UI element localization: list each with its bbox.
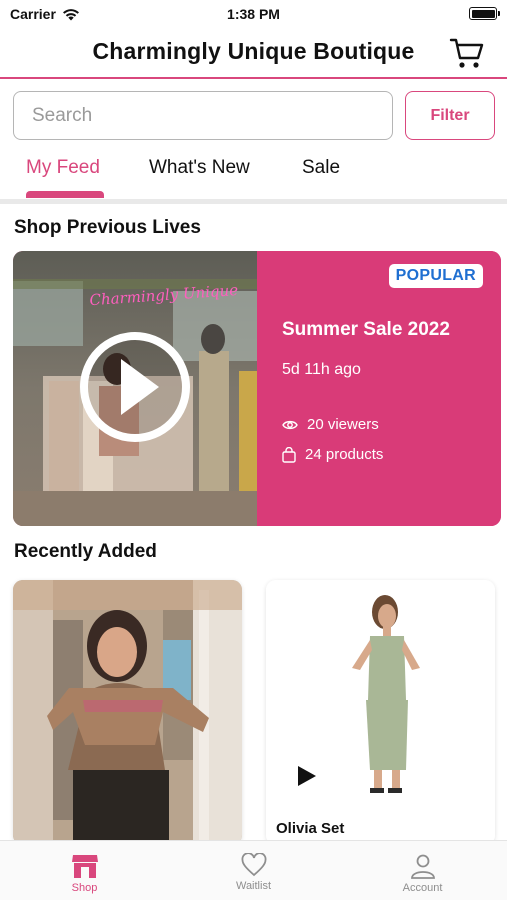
- account-icon: [410, 854, 435, 879]
- eye-icon: [282, 420, 298, 429]
- product-card-olivia-set[interactable]: Olivia Set: [266, 580, 495, 845]
- live-info: POPULAR Summer Sale 2022 5d 11h ago 20 v…: [257, 251, 501, 526]
- bag-icon: [282, 446, 296, 463]
- tabbar-item-waitlist[interactable]: Waitlist: [169, 841, 338, 900]
- tabbar-label-waitlist: Waitlist: [235, 880, 272, 892]
- battery-icon: [469, 7, 500, 20]
- product-name: Olivia Set: [276, 820, 345, 837]
- product-image: [266, 580, 495, 845]
- tab-sale[interactable]: Sale: [302, 157, 340, 179]
- tabbar-label-shop: Shop: [71, 882, 98, 894]
- search-input[interactable]: Search: [13, 91, 393, 140]
- section-title-recently-added: Recently Added: [14, 541, 157, 562]
- page-title: Charmingly Unique Boutique: [92, 38, 415, 64]
- tab-my-feed[interactable]: My Feed: [26, 157, 100, 179]
- live-time-ago: 5d 11h ago: [282, 361, 361, 378]
- tabbar-item-shop[interactable]: Shop: [0, 841, 169, 900]
- tabs-divider: [0, 199, 507, 204]
- active-tab-indicator: [26, 191, 104, 198]
- live-thumbnail[interactable]: Charmingly Unique: [13, 251, 257, 526]
- viewers-label: 20 viewers: [307, 416, 379, 433]
- filter-button[interactable]: Filter: [405, 91, 495, 140]
- tabbar-label-account: Account: [402, 882, 443, 894]
- section-title-previous-lives: Shop Previous Lives: [14, 217, 201, 238]
- live-viewers: 20 viewers: [282, 416, 379, 433]
- bottom-tab-bar: Shop Waitlist Account: [0, 840, 507, 900]
- live-card[interactable]: Charmingly Unique POPULAR Summer Sale 20…: [13, 251, 501, 526]
- cart-icon[interactable]: [449, 36, 485, 70]
- product-image: [13, 580, 242, 845]
- search-placeholder: Search: [32, 104, 93, 126]
- product-card[interactable]: [13, 580, 242, 845]
- live-thumbnail-image: Charmingly Unique: [13, 251, 257, 526]
- shop-icon: [71, 855, 98, 878]
- live-title: Summer Sale 2022: [282, 319, 450, 340]
- popular-badge: POPULAR: [388, 264, 483, 288]
- products-label: 24 products: [305, 446, 384, 463]
- tabbar-item-account[interactable]: Account: [338, 841, 507, 900]
- live-products: 24 products: [282, 446, 383, 463]
- feed-tabs: My Feed What's New Sale: [0, 148, 507, 200]
- tab-whats-new[interactable]: What's New: [149, 157, 250, 179]
- app-header: Charmingly Unique Boutique: [0, 28, 507, 79]
- status-bar: Carrier 1:38 PM: [0, 0, 507, 28]
- status-time: 1:38 PM: [227, 6, 280, 22]
- heart-icon: [241, 853, 266, 877]
